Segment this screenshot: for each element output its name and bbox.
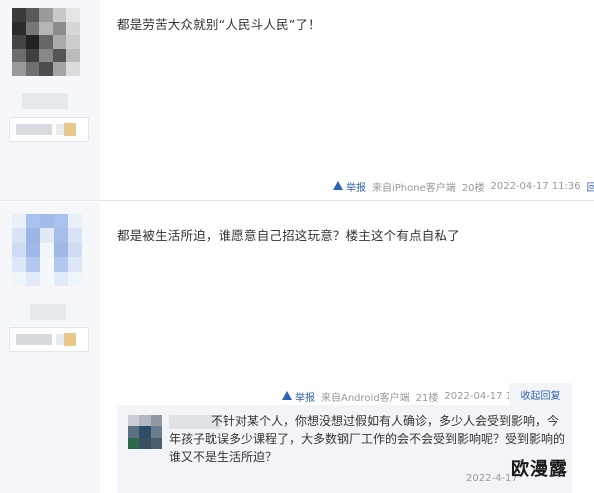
watermark: 欧漫露 [511,459,568,480]
floor-number: 20楼 [461,183,485,194]
post-floor-20: 都是劳苦大众就别“人民斗人民”了！ 举报 来自iPhone客户端 20楼 202… [0,0,594,201]
report-label: 举报 [295,393,315,404]
user-avatar[interactable] [12,8,80,76]
user-avatar[interactable] [12,214,82,286]
warning-triangle-icon [282,391,292,400]
client-source: 来自Android客户端 [321,393,410,404]
report-link[interactable]: 举报 [333,179,366,194]
post-content: 都是被生活所迫，谁愿意自己招这玩意？楼主这个有点自私了 [117,228,460,243]
reply-content: 不针对某个人，你想没想过假如有人确诊，多少人会受到影响，今年孩子耽误多少课程了，… [169,414,566,464]
post-meta: 举报 来自Android客户端 21楼 2022-04-17 11:49 [282,389,535,404]
post-time: 2022-04-17 11:36 [490,181,581,192]
level-badge[interactable] [9,117,89,142]
username[interactable] [30,304,66,320]
level-badge[interactable] [9,327,89,352]
collapse-replies-button[interactable]: 收起回复 [509,383,572,405]
post-meta: 举报 来自iPhone客户端 20楼 2022-04-17 11:36 回复 [333,179,594,194]
report-link[interactable]: 举报 [282,389,315,404]
reply-avatar[interactable] [128,415,162,449]
floor-number: 21楼 [415,393,439,404]
user-sidebar [0,202,100,493]
user-sidebar [0,0,100,200]
post-content: 都是劳苦大众就别“人民斗人民”了！ [117,17,321,32]
sub-reply: 不针对某个人，你想没想过假如有人确诊，多少人会受到影响，今年孩子耽误多少课程了，… [117,405,572,493]
client-source: 来自iPhone客户端 [372,183,456,194]
username[interactable] [22,93,68,109]
report-label: 举报 [346,183,366,194]
reply-button[interactable]: 回复 [587,179,594,194]
reply-time: 2022-4-17 [466,473,518,484]
warning-triangle-icon [333,181,343,190]
